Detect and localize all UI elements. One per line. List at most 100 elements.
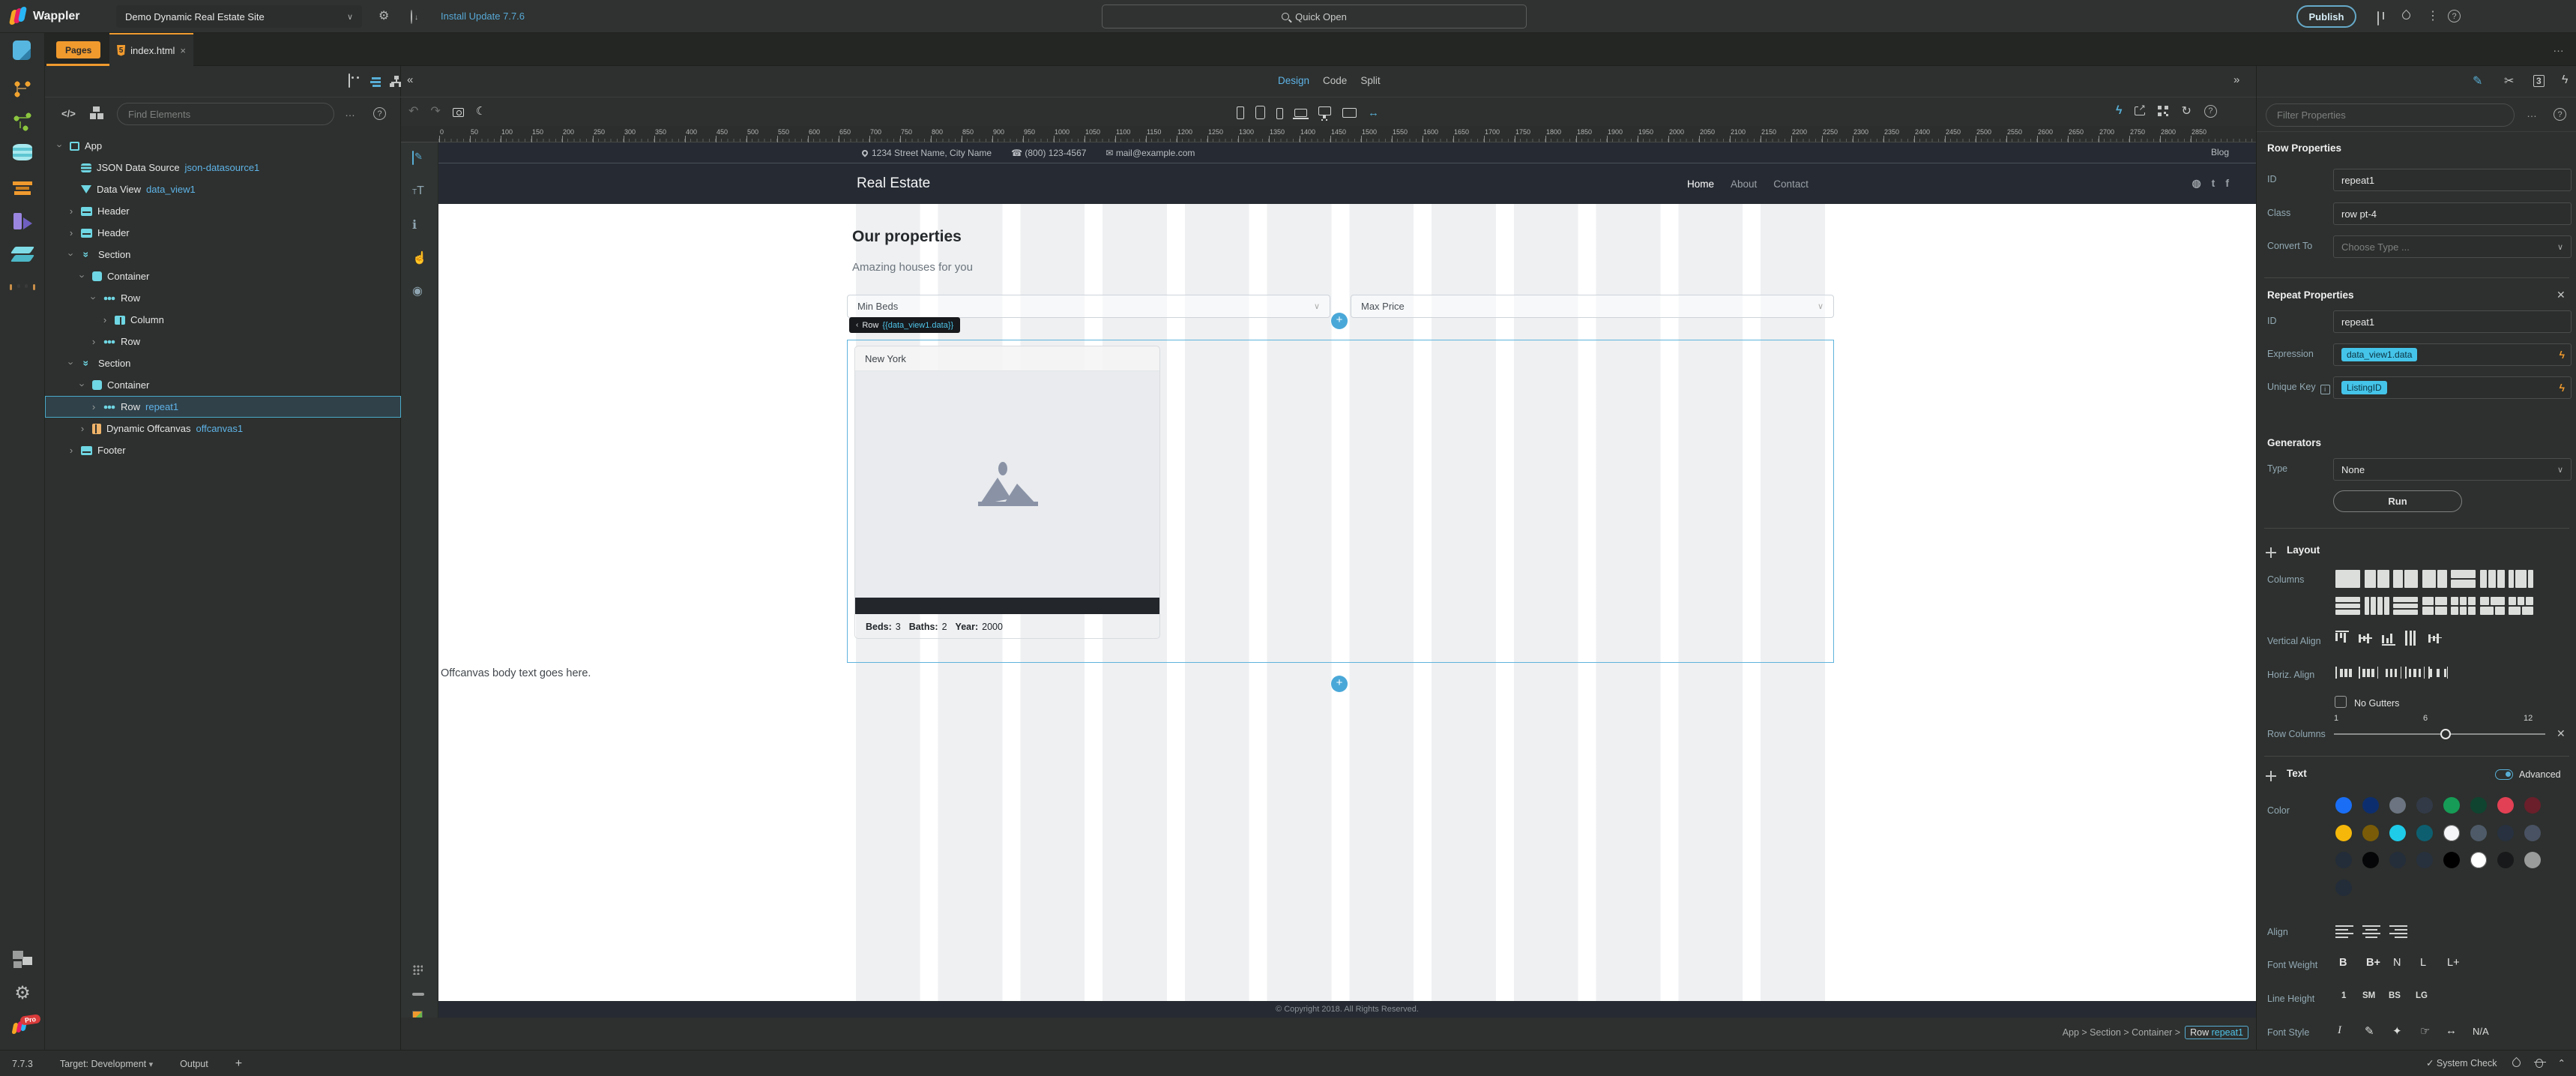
generator-type-select[interactable]: None ∨: [2333, 458, 2572, 481]
expander-icon[interactable]: ›: [88, 294, 100, 303]
tree-item-row[interactable]: › Row: [45, 331, 401, 352]
font-weight-l-plus[interactable]: L+: [2447, 957, 2460, 969]
canvas-help-icon[interactable]: ?: [2204, 104, 2217, 118]
screenshot-icon[interactable]: [452, 107, 464, 117]
columns-option-11[interactable]: [2422, 597, 2447, 615]
theme-droplet-icon[interactable]: [2400, 9, 2413, 22]
min-beds-select[interactable]: Min Beds ∨: [847, 295, 1330, 318]
mode-split[interactable]: Split: [1360, 75, 1380, 86]
css-icon[interactable]: 3: [2533, 75, 2545, 87]
line-height-bs[interactable]: BS: [2389, 991, 2401, 1000]
tree-item-footer[interactable]: › Footer: [45, 439, 401, 461]
debug-bug-icon[interactable]: [2533, 1058, 2546, 1068]
tabbar-more-icon[interactable]: …: [2553, 42, 2566, 55]
breadcrumb-path[interactable]: App > Section > Container >: [2063, 1027, 2180, 1038]
color-swatch[interactable]: [2470, 824, 2487, 841]
help-icon[interactable]: ?: [2448, 10, 2461, 22]
valign-baseline-icon[interactable]: [2428, 631, 2446, 646]
expander-icon[interactable]: ›: [67, 445, 76, 456]
color-swatch[interactable]: [2524, 824, 2541, 841]
dynamic-bolt-icon[interactable]: ϟ: [2562, 73, 2568, 87]
color-swatch[interactable]: [2443, 797, 2460, 814]
color-swatch[interactable]: [2524, 797, 2541, 814]
list-view-icon[interactable]: [370, 76, 382, 87]
row-columns-slider[interactable]: [2334, 733, 2545, 735]
mode-design[interactable]: Design: [1278, 75, 1309, 86]
columns-option-12[interactable]: [2451, 597, 2476, 615]
properties-edit-icon[interactable]: ✎: [2473, 73, 2482, 88]
color-swatch[interactable]: [2497, 797, 2514, 814]
selected-element-badge[interactable]: ‹ Row {{data_view1.data}}: [849, 317, 961, 333]
valign-bottom-icon[interactable]: [2382, 631, 2400, 646]
valign-top-icon[interactable]: [2335, 631, 2353, 646]
convert-to-select[interactable]: Choose Type ... ∨: [2333, 235, 2572, 258]
tree-item-column[interactable]: › Column: [45, 309, 401, 331]
inspect-tool-icon[interactable]: ℹ: [412, 217, 417, 232]
columns-option-6[interactable]: [2479, 570, 2505, 588]
project-selector[interactable]: Demo Dynamic Real Estate Site ∨: [116, 5, 362, 28]
dribbble-icon[interactable]: ◍: [2192, 177, 2201, 190]
expander-icon[interactable]: ›: [89, 336, 98, 347]
halign-center-icon[interactable]: [2359, 666, 2378, 679]
redo-icon[interactable]: ↷: [430, 103, 440, 118]
columns-option-13[interactable]: [2479, 597, 2505, 615]
split-view-icon[interactable]: [2377, 11, 2379, 25]
props-help-icon[interactable]: ?: [2554, 108, 2566, 121]
columns-option-4[interactable]: [2422, 570, 2447, 588]
color-swatch[interactable]: [2362, 824, 2379, 841]
kebab-menu-icon[interactable]: ⋮: [2427, 9, 2439, 24]
target-selector[interactable]: Target: Development ▾: [60, 1059, 153, 1069]
tree-item-row[interactable]: › Row: [45, 287, 401, 309]
marker-icon[interactable]: ✎: [2365, 1024, 2374, 1038]
tablet-icon[interactable]: [1255, 106, 1265, 119]
halign-start-icon[interactable]: [2335, 666, 2355, 679]
halign-between-icon[interactable]: [2405, 666, 2425, 679]
close-icon[interactable]: ×: [180, 45, 186, 56]
align-center-icon[interactable]: [2362, 925, 2380, 938]
color-swatch[interactable]: [2362, 852, 2379, 868]
columns-option-9[interactable]: [2364, 597, 2389, 615]
unique-key-field[interactable]: ListingID ϟ: [2333, 376, 2572, 399]
components-icon[interactable]: [90, 106, 103, 119]
phone-landscape-icon[interactable]: [1276, 108, 1283, 119]
no-gutters-checkbox[interactable]: [2335, 696, 2347, 708]
line-height-sm[interactable]: SM: [2362, 991, 2375, 1000]
columns-option-5[interactable]: [2451, 570, 2476, 588]
tree-item-row[interactable]: › Row repeat1: [45, 396, 401, 418]
rocket-icon[interactable]: ✦: [2392, 1024, 2402, 1038]
columns-option-10[interactable]: [2393, 597, 2418, 616]
align-left-icon[interactable]: [2335, 925, 2353, 938]
pages-icon[interactable]: [13, 40, 31, 60]
color-swatch[interactable]: [2470, 797, 2487, 814]
repeat-id-field[interactable]: repeat1: [2333, 310, 2572, 333]
twitter-icon[interactable]: t: [2212, 177, 2215, 190]
expander-icon[interactable]: ›: [67, 205, 76, 217]
brand[interactable]: Real Estate: [857, 175, 930, 192]
nav-about[interactable]: About: [1731, 178, 1757, 190]
halign-end-icon[interactable]: [2382, 666, 2401, 679]
move-icon[interactable]: [2266, 547, 2276, 558]
advanced-toggle[interactable]: [2495, 769, 2513, 780]
nav-contact[interactable]: Contact: [1773, 178, 1809, 190]
install-update-link[interactable]: Install Update 7.7.6: [441, 10, 525, 22]
color-swatch[interactable]: [2335, 879, 2352, 896]
hand-icon[interactable]: ☞: [2420, 1024, 2430, 1038]
theme-droplet-icon[interactable]: [2510, 1057, 2522, 1069]
props-more-icon[interactable]: …: [2527, 107, 2538, 119]
font-weight-l[interactable]: L: [2420, 957, 2426, 969]
expander-icon[interactable]: ›: [77, 381, 88, 390]
refresh-icon[interactable]: ↻: [2181, 103, 2191, 118]
pages-badge[interactable]: Pages: [56, 41, 101, 58]
extensions-icon[interactable]: [13, 949, 32, 969]
monitor-icon[interactable]: [1342, 108, 1357, 118]
add-element-button-2[interactable]: +: [1331, 676, 1348, 692]
styles-scissors-icon[interactable]: ✂: [2504, 73, 2514, 88]
expander-icon[interactable]: ›: [66, 359, 77, 368]
tree-item-data-view[interactable]: Data View data_view1: [45, 178, 401, 200]
clear-row-columns-icon[interactable]: ✕: [2557, 727, 2566, 740]
tree-more-icon[interactable]: …: [345, 106, 356, 118]
tree-help-icon[interactable]: ?: [373, 107, 386, 120]
move-icon[interactable]: [2266, 771, 2276, 781]
database-icon[interactable]: [13, 144, 32, 160]
max-price-select[interactable]: Max Price ∨: [1351, 295, 1834, 318]
